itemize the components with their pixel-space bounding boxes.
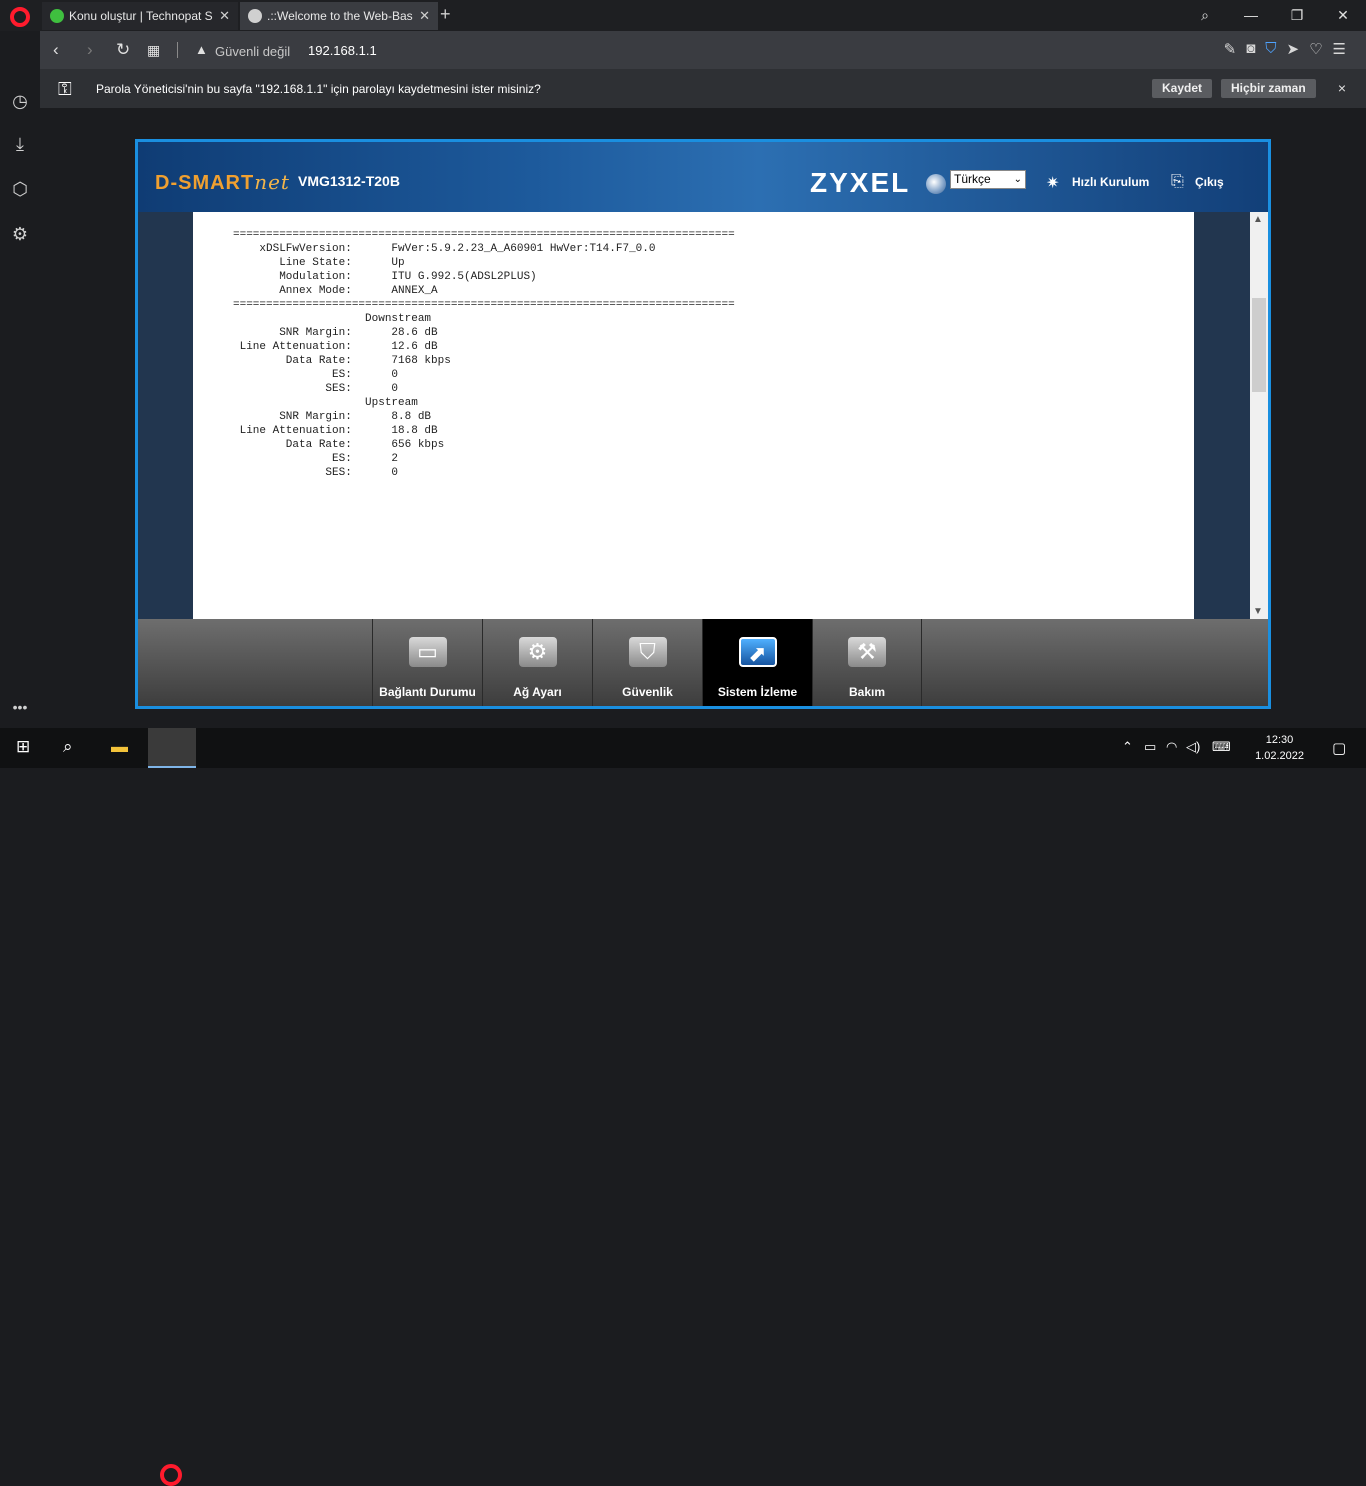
forward-arrow-icon[interactable]: ›: [87, 40, 93, 60]
gear-icon: ⚙: [518, 637, 557, 667]
new-tab-button[interactable]: +: [440, 4, 451, 25]
vpn-shield-icon[interactable]: ⛉: [1265, 40, 1276, 58]
battery-icon[interactable]: ▭: [1144, 739, 1156, 755]
chevron-down-icon: ⌄: [1013, 174, 1022, 185]
clock-date: 1.02.2022: [1255, 750, 1304, 762]
shield-icon: ⛉: [628, 637, 667, 667]
url-field[interactable]: 192.168.1.1: [308, 43, 377, 58]
tab-title: Konu oluştur | Technopat S: [69, 9, 213, 23]
windows-start-icon[interactable]: ⊞: [16, 737, 30, 757]
tools-icon: ⚒: [848, 637, 886, 667]
warning-triangle-icon[interactable]: ▲: [195, 42, 208, 57]
back-arrow-icon[interactable]: ‹: [53, 40, 59, 60]
extensions-cube-icon[interactable]: ⬡: [10, 179, 30, 200]
taskbar: ⊞ ⌕ ▬ ⌃ ▭ ◠ ◁) ⌨ 12:30 1.02.2022 ▢: [0, 728, 1366, 1486]
model-name: VMG1312-T20B: [298, 173, 400, 189]
address-bar: ‹ › ↻ ▦ ▲ Güvenli değil 192.168.1.1 ✎ ◙ …: [40, 31, 1366, 69]
router-frame: D-SMARTnet VMG1312-T20B ZYXEL Türkçe ⌄ ✷ …: [135, 139, 1271, 709]
wizard-icon[interactable]: ✷: [1046, 173, 1059, 193]
dsl-status-text: Status : ===============================…: [233, 212, 735, 479]
chart-icon: ⬈: [738, 637, 777, 667]
file-explorer-icon[interactable]: ▬: [111, 737, 128, 757]
search-tabs-icon[interactable]: ⌕: [1182, 0, 1228, 31]
nav-security[interactable]: ⛉ Güvenlik: [592, 619, 702, 706]
logout-icon[interactable]: ⎘: [1171, 173, 1184, 191]
quick-setup-link[interactable]: Hızlı Kurulum: [1072, 175, 1149, 189]
scroll-down-icon[interactable]: ▼: [1253, 606, 1263, 617]
settings-gear-icon[interactable]: ⚙: [10, 224, 30, 245]
restore-button[interactable]: ❐: [1274, 0, 1320, 31]
save-password-button[interactable]: Kaydet: [1152, 79, 1213, 98]
edit-icon[interactable]: ✎: [1224, 40, 1237, 58]
scroll-up-icon[interactable]: ▲: [1253, 214, 1263, 225]
tab-technopat[interactable]: Konu oluştur | Technopat S ✕: [42, 2, 238, 30]
status-panel: Status : ===============================…: [193, 212, 1194, 619]
router-nav-bar: ▭ Bağlantı Durumu ⚙ Ağ Ayarı ⛉ Güvenlik …: [138, 619, 1268, 706]
keyboard-icon[interactable]: ⌨: [1212, 739, 1231, 755]
tab-close-icon[interactable]: ✕: [219, 8, 230, 24]
minimize-button[interactable]: —: [1228, 0, 1274, 31]
globe-icon: [926, 174, 946, 194]
divider: [177, 42, 178, 58]
opera-sidebar: ◷ ⤓ ⬡ ⚙ •••: [0, 31, 40, 728]
logout-link[interactable]: Çıkış: [1195, 175, 1224, 189]
search-icon[interactable]: ⌕: [63, 737, 73, 757]
zyxel-logo: ZYXEL: [810, 167, 911, 198]
technopat-favicon-icon: [50, 9, 64, 23]
nav-connection-status[interactable]: ▭ Bağlantı Durumu: [372, 619, 482, 706]
tab-strip: Konu oluştur | Technopat S ✕ .::Welcome …: [0, 0, 1366, 31]
never-save-button[interactable]: Hiçbir zaman: [1221, 79, 1316, 98]
history-clock-icon[interactable]: ◷: [10, 91, 30, 112]
tab-router[interactable]: .::Welcome to the Web-Bas ✕: [240, 2, 438, 30]
chevron-up-icon[interactable]: ⌃: [1122, 739, 1133, 755]
tab-title: .::Welcome to the Web-Bas: [267, 9, 413, 23]
globe-favicon-icon: [248, 9, 262, 23]
close-bar-icon[interactable]: ×: [1338, 80, 1346, 96]
key-icon: ⚿: [58, 79, 72, 99]
more-dots-icon[interactable]: •••: [10, 699, 30, 715]
scroll-thumb[interactable]: [1252, 298, 1266, 392]
opera-menu-icon[interactable]: [10, 7, 30, 27]
language-select[interactable]: Türkçe ⌄: [950, 170, 1026, 189]
nav-maintenance[interactable]: ⚒ Bakım: [812, 619, 922, 706]
nav-network-settings[interactable]: ⚙ Ağ Ayarı: [482, 619, 592, 706]
page-viewport: D-SMARTnet VMG1312-T20B ZYXEL Türkçe ⌄ ✷ …: [40, 108, 1366, 728]
camera-icon[interactable]: ◙: [1246, 40, 1255, 58]
nav-system-monitor[interactable]: ⬈ Sistem İzleme: [702, 619, 812, 706]
wifi-icon[interactable]: ◠: [1166, 739, 1177, 755]
system-tray: ⌃ ▭ ◠ ◁) ⌨ 12:30 1.02.2022 ▢: [1106, 728, 1366, 768]
notifications-icon[interactable]: ▢: [1332, 739, 1346, 757]
status-scrollbar[interactable]: ▲ ▼: [1250, 212, 1268, 619]
monitor-icon: ▭: [408, 637, 447, 667]
tab-close-icon[interactable]: ✕: [419, 8, 430, 24]
close-window-button[interactable]: ✕: [1320, 0, 1366, 31]
reload-icon[interactable]: ↻: [116, 40, 130, 60]
taskbar-opera-active: [148, 728, 196, 768]
clock[interactable]: 12:30 1.02.2022: [1255, 732, 1304, 764]
tab-grid-icon[interactable]: ▦: [147, 42, 160, 59]
address-bar-tools: ✎ ◙ ⛉ ➤ ♡ ☰: [1224, 40, 1346, 58]
volume-icon[interactable]: ◁): [1186, 739, 1200, 755]
opera-taskbar-icon[interactable]: [160, 1464, 182, 1486]
password-save-bar: ⚿ Parola Yöneticisi'nin bu sayfa "192.16…: [40, 69, 1366, 108]
heart-icon[interactable]: ♡: [1309, 40, 1322, 58]
window-controls: ⌕ — ❐ ✕: [1182, 0, 1366, 31]
send-icon[interactable]: ➤: [1287, 40, 1300, 58]
insecure-label[interactable]: Güvenli değil: [215, 44, 290, 59]
clock-time: 12:30: [1265, 734, 1294, 746]
download-icon[interactable]: ⤓: [10, 134, 30, 155]
password-save-message: Parola Yöneticisi'nin bu sayfa "192.168.…: [96, 82, 541, 96]
router-header: D-SMARTnet VMG1312-T20B ZYXEL Türkçe ⌄ ✷ …: [138, 142, 1268, 212]
dsmart-logo: D-SMARTnet: [155, 170, 290, 194]
easy-setup-icon[interactable]: ☰: [1333, 40, 1346, 58]
